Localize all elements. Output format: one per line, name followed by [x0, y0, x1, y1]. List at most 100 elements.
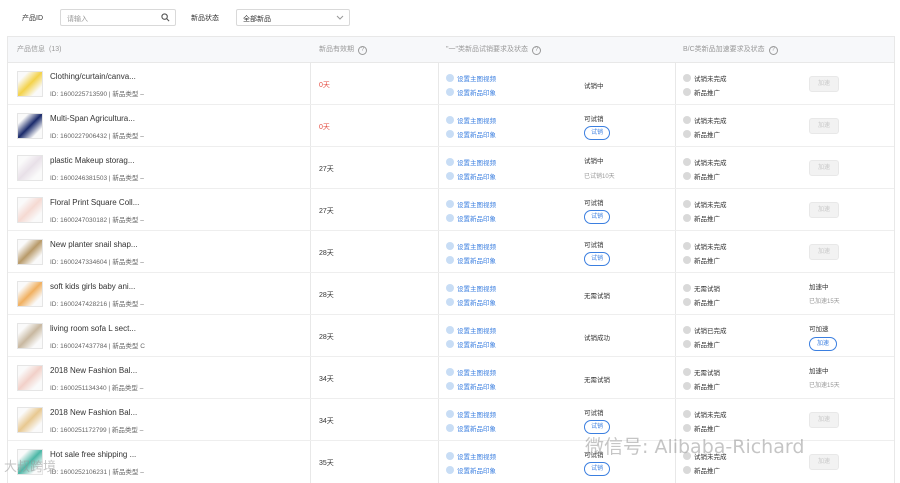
- trial-button[interactable]: 试销: [584, 462, 611, 476]
- bc-promo-link[interactable]: 新品推广: [683, 465, 720, 475]
- bc-promo-link[interactable]: 新品推广: [683, 339, 720, 349]
- table-header: 产品信息 (13) 新品有效期 ? "一"类新品试销要求及状态 ? B/C类新品…: [8, 37, 894, 63]
- bc-promo-link[interactable]: 新品推广: [683, 213, 720, 223]
- bc-promo-link[interactable]: 新品推广: [683, 171, 720, 181]
- product-name[interactable]: 2018 New Fashion Bal...: [50, 366, 137, 375]
- check-circle-icon: [683, 130, 691, 138]
- product-thumbnail[interactable]: [17, 407, 43, 433]
- set-video-link[interactable]: 设置主图视频: [446, 451, 496, 461]
- set-impression-link[interactable]: 设置新品印象: [446, 255, 496, 265]
- accelerate-button[interactable]: 加速: [809, 412, 839, 428]
- product-thumbnail[interactable]: [17, 197, 43, 223]
- trial-status: 试销中: [584, 158, 604, 165]
- product-name[interactable]: plastic Makeup storag...: [50, 156, 134, 165]
- check-circle-icon: [683, 298, 691, 306]
- set-impression-link[interactable]: 设置新品印象: [446, 339, 496, 349]
- set-impression-link[interactable]: 设置新品印象: [446, 129, 496, 139]
- set-impression-link[interactable]: 设置新品印象: [446, 465, 496, 475]
- set-video-link[interactable]: 设置主图视频: [446, 325, 496, 335]
- bc-promo-link[interactable]: 新品推广: [683, 87, 720, 97]
- valid-days: 28天: [319, 250, 334, 257]
- set-video-link[interactable]: 设置主图视频: [446, 241, 496, 251]
- bc-promo-link[interactable]: 新品推广: [683, 129, 720, 139]
- product-thumbnail[interactable]: [17, 155, 43, 181]
- trial-button[interactable]: 试销: [584, 126, 611, 140]
- accelerate-status: 加速中: [809, 368, 829, 375]
- valid-days: 0天: [319, 124, 330, 131]
- accelerate-button[interactable]: 加速: [809, 454, 839, 470]
- product-id-input[interactable]: 请输入: [60, 9, 176, 26]
- product-thumbnail[interactable]: [17, 71, 43, 97]
- accelerate-status: 可加速: [809, 326, 829, 333]
- set-video-link[interactable]: 设置主图视频: [446, 409, 496, 419]
- set-impression-link[interactable]: 设置新品印象: [446, 297, 496, 307]
- check-circle-icon: [446, 130, 454, 138]
- product-id: ID: 1600251134340 | 新品类型 –: [50, 385, 144, 392]
- help-icon[interactable]: ?: [358, 45, 367, 55]
- set-impression-link[interactable]: 设置新品印象: [446, 171, 496, 181]
- product-name[interactable]: soft kids girls baby ani...: [50, 282, 135, 291]
- bc-promo-link[interactable]: 新品推广: [683, 381, 720, 391]
- bc-promo-link[interactable]: 新品推广: [683, 297, 720, 307]
- accelerate-button[interactable]: 加速: [809, 76, 839, 92]
- table-row: 2018 New Fashion Bal... ID: 1600251134340…: [8, 357, 894, 399]
- product-name[interactable]: Hot sale free shipping ...: [50, 450, 136, 459]
- bc-trial-status: 试销已完成: [683, 325, 727, 335]
- product-id-placeholder: 请输入: [67, 16, 88, 23]
- product-id: ID: 1600252106231 | 新品类型 –: [50, 469, 144, 476]
- check-circle-icon: [446, 88, 454, 96]
- set-impression-link[interactable]: 设置新品印象: [446, 87, 496, 97]
- set-video-link[interactable]: 设置主图视频: [446, 367, 496, 377]
- product-thumbnail[interactable]: [17, 281, 43, 307]
- accelerate-button[interactable]: 加速: [809, 337, 838, 351]
- valid-days: 27天: [319, 166, 334, 173]
- check-circle-icon: [446, 466, 454, 474]
- accelerate-button[interactable]: 加速: [809, 160, 839, 176]
- set-video-link[interactable]: 设置主图视频: [446, 157, 496, 167]
- filter-bar: 产品ID 请输入 新品状态 全部新品: [0, 0, 900, 36]
- valid-days: 35天: [319, 460, 334, 467]
- product-name[interactable]: New planter snail shap...: [50, 240, 138, 249]
- accelerate-button[interactable]: 加速: [809, 118, 839, 134]
- set-impression-link[interactable]: 设置新品印象: [446, 213, 496, 223]
- product-count: (13): [49, 46, 62, 53]
- bc-promo-link[interactable]: 新品推广: [683, 255, 720, 265]
- product-id: ID: 1600247437784 | 新品类型 C: [50, 343, 145, 350]
- product-name[interactable]: Multi-Span Agricultura...: [50, 114, 135, 123]
- set-impression-link[interactable]: 设置新品印象: [446, 423, 496, 433]
- check-circle-icon: [683, 256, 691, 264]
- set-video-link[interactable]: 设置主图视频: [446, 199, 496, 209]
- search-icon[interactable]: [161, 13, 170, 24]
- set-impression-link[interactable]: 设置新品印象: [446, 381, 496, 391]
- check-circle-icon: [683, 368, 691, 376]
- trial-button[interactable]: 试销: [584, 210, 611, 224]
- accelerate-button[interactable]: 加速: [809, 244, 839, 260]
- set-video-link[interactable]: 设置主图视频: [446, 115, 496, 125]
- help-icon[interactable]: ?: [768, 45, 778, 55]
- product-id: ID: 1600247334604 | 新品类型 –: [50, 259, 144, 266]
- set-video-link[interactable]: 设置主图视频: [446, 73, 496, 83]
- product-name[interactable]: Clothing/curtain/canva...: [50, 72, 136, 81]
- product-name[interactable]: 2018 New Fashion Bal...: [50, 408, 137, 417]
- check-circle-icon: [446, 410, 454, 418]
- table-row: soft kids girls baby ani... ID: 160024742…: [8, 273, 894, 315]
- status-select[interactable]: 全部新品: [236, 9, 350, 26]
- product-name[interactable]: living room sofa L sect...: [50, 324, 136, 333]
- accelerate-sub-status: 已加速15天: [809, 383, 840, 389]
- product-thumbnail[interactable]: [17, 113, 43, 139]
- set-video-link[interactable]: 设置主图视频: [446, 283, 496, 293]
- product-thumbnail[interactable]: [17, 365, 43, 391]
- product-name[interactable]: Floral Print Square Coll...: [50, 198, 139, 207]
- accelerate-button[interactable]: 加速: [809, 202, 839, 218]
- check-circle-icon: [446, 284, 454, 292]
- check-circle-icon: [683, 158, 691, 166]
- check-circle-icon: [683, 326, 691, 334]
- trial-button[interactable]: 试销: [584, 252, 611, 266]
- table-row: living room sofa L sect... ID: 1600247437…: [8, 315, 894, 357]
- table-row: Clothing/curtain/canva... ID: 16002257135…: [8, 63, 894, 105]
- check-circle-icon: [683, 424, 691, 432]
- product-table: 产品信息 (13) 新品有效期 ? "一"类新品试销要求及状态 ? B/C类新品…: [7, 36, 895, 483]
- help-icon[interactable]: ?: [531, 45, 541, 55]
- product-thumbnail[interactable]: [17, 323, 43, 349]
- product-thumbnail[interactable]: [17, 239, 43, 265]
